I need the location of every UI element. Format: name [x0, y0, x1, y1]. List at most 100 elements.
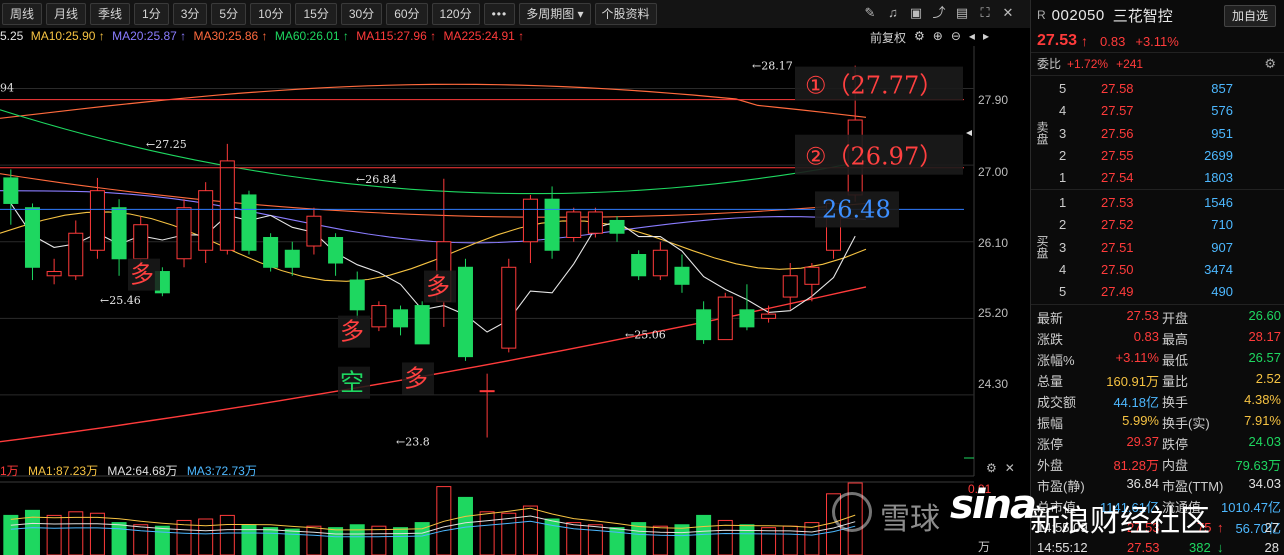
volume-bar: [219, 514, 235, 555]
bid-volume: 490: [1211, 284, 1233, 300]
candle: [111, 199, 127, 276]
window-icon[interactable]: ▤: [954, 4, 970, 22]
multi-period-dropdown[interactable]: 多周期图 ▾: [519, 3, 591, 25]
scroll-left-icon[interactable]: ◂: [969, 29, 975, 46]
stat-value: 34.03: [1248, 476, 1281, 491]
alert-bell-icon[interactable]: ♫: [885, 4, 901, 22]
stock-profile-button[interactable]: 个股资料: [594, 3, 657, 25]
bid-label: 买盘: [1031, 190, 1053, 303]
candle: [804, 263, 820, 302]
candle: [609, 216, 625, 242]
120min-button[interactable]: 120分: [431, 3, 480, 25]
ask-price: 27.54: [1101, 170, 1134, 186]
scroll-right-icon[interactable]: ▸: [983, 29, 989, 46]
price-mark: ←27.25: [146, 138, 187, 151]
3min-button[interactable]: 3分: [172, 3, 208, 25]
ask-price: 27.56: [1101, 125, 1134, 141]
bid-row[interactable]: 5 27.49 490: [1053, 281, 1284, 303]
ask-row[interactable]: 2 27.55 2699: [1053, 145, 1284, 167]
30min-button[interactable]: 30分: [340, 3, 383, 25]
ask-volume: 857: [1211, 81, 1233, 96]
candle-body: [89, 190, 105, 251]
candle: [522, 194, 538, 264]
ask-row[interactable]: 5 27.58 857: [1053, 78, 1284, 100]
stat-row: 涨停 29.37 跌停 24.03: [1031, 431, 1284, 452]
10min-button[interactable]: 10分: [250, 3, 292, 25]
bid-row[interactable]: 4 27.50 3474: [1053, 259, 1284, 281]
bid-volume: 907: [1211, 239, 1233, 255]
candle-body: [609, 219, 625, 234]
add-indicator-icon[interactable]: ⊕: [933, 29, 943, 46]
ask-label-text: 卖盘: [1035, 120, 1049, 145]
ask-row[interactable]: 4 27.57 576: [1053, 100, 1284, 122]
stat-value: 79.63万: [1235, 458, 1281, 473]
annotation-char: 多: [130, 261, 154, 289]
volume-settings-icon[interactable]: ⚙: [986, 461, 997, 475]
bid-row[interactable]: 1 27.53 1546: [1053, 192, 1284, 214]
stat-value: 2.52: [1255, 371, 1281, 386]
candle-body: [24, 207, 40, 268]
annotation-char: 空: [340, 369, 364, 397]
stat-row: 总市值 1141.61亿 流通值 1010.47亿: [1031, 494, 1284, 515]
bid-row[interactable]: 2 27.52 710: [1053, 214, 1284, 236]
60min-button[interactable]: 60分: [386, 3, 428, 25]
candle-body: [328, 236, 344, 264]
draw-icon[interactable]: ✎: [862, 4, 878, 22]
settings-icon[interactable]: ⚙: [914, 29, 925, 46]
candle: [414, 301, 430, 345]
volume-bar: [501, 512, 517, 555]
share-icon[interactable]: ⤴: [931, 4, 947, 22]
volume-ma2: MA2:64.68万: [107, 464, 178, 478]
bid-volume: 1546: [1204, 195, 1233, 210]
volume-close-icon[interactable]: ✕: [1005, 461, 1015, 475]
ma20-line: [0, 190, 867, 244]
stat-value: 27.53: [1126, 308, 1159, 323]
ask-price: 27.55: [1101, 147, 1134, 163]
ask-label: 卖盘: [1031, 76, 1053, 189]
ask-row[interactable]: 1 27.54 1803: [1053, 167, 1284, 189]
panel-settings-icon[interactable]: ⚙: [1264, 56, 1276, 72]
ask-row[interactable]: 3 27.56 951: [1053, 123, 1284, 145]
week-button[interactable]: 周线: [2, 3, 43, 25]
candle: [219, 143, 235, 255]
1min-button[interactable]: 1分: [134, 3, 169, 25]
candle: [544, 186, 560, 259]
stat-value: 28.17: [1248, 329, 1281, 344]
month-button[interactable]: 月线: [46, 3, 87, 25]
fullscreen-icon[interactable]: ⛶: [977, 4, 993, 22]
candle: [68, 220, 84, 281]
stat-value: 1141.61亿: [1099, 500, 1159, 515]
candle: [328, 233, 344, 276]
price-tick: 27.90: [978, 93, 1009, 107]
candle-body: [306, 215, 322, 247]
tick-vol: 75: [1197, 520, 1212, 535]
stat-value: 160.91万: [1106, 374, 1159, 389]
volume-controls: ⚙ ✕: [986, 461, 1015, 475]
support-label: 26.48: [822, 195, 891, 223]
stat-value: 26.60: [1248, 308, 1281, 323]
bid-level: 2: [1059, 217, 1067, 233]
more-button[interactable]: •••: [483, 3, 516, 25]
15min-button[interactable]: 15分: [295, 3, 337, 25]
screenshot-icon[interactable]: ▣: [908, 4, 924, 22]
price-mark: ←25.06: [625, 328, 666, 341]
volume-bar: [198, 518, 214, 555]
zoom-out-icon[interactable]: ⊖: [951, 29, 961, 46]
bid-row[interactable]: 3 27.51 907: [1053, 237, 1284, 259]
quarter-button[interactable]: 季线: [90, 3, 131, 25]
close-icon[interactable]: ✕: [1000, 4, 1016, 22]
volume-bar: [652, 525, 668, 555]
ma5-value: 5.25: [0, 29, 24, 43]
stock-name: 三花智控: [1112, 7, 1173, 25]
ma10-value: MA10:25.90 ↑: [30, 29, 105, 43]
candle-body: [457, 266, 473, 358]
bid-book: 买盘 1 27.53 1546 2 27.52 710 3 27.51 907 4 27.50 347…: [1031, 189, 1284, 303]
stat-label: 换手: [1162, 395, 1189, 410]
candle-body: [111, 207, 127, 260]
candle: [566, 207, 582, 242]
bid-level: 3: [1059, 239, 1067, 255]
5min-button[interactable]: 5分: [211, 3, 247, 25]
add-watchlist-button[interactable]: 加自选: [1223, 5, 1276, 27]
adjust-mode-button[interactable]: 前复权: [870, 29, 906, 46]
ask-level: 5: [1059, 81, 1067, 96]
